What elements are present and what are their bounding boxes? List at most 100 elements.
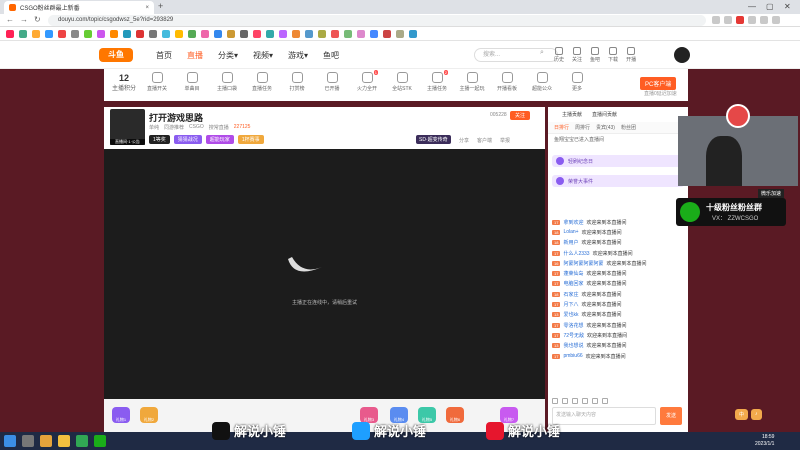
chat-input[interactable]: 发送输入聊天内容 — [552, 407, 656, 425]
nav-item[interactable]: 首页 — [156, 50, 172, 61]
chat-username[interactable]: 72号无敌 — [563, 332, 584, 339]
chat-username[interactable]: 阿蒙阿蒙阿蒙阿蒙 — [563, 260, 603, 267]
bookmark-icon[interactable] — [201, 29, 209, 38]
nav-item[interactable]: 分类▾ — [218, 50, 238, 61]
chat-message[interactable]: 13 我也想说 欢迎来到本直播间 — [552, 341, 688, 351]
bookmark-icon[interactable] — [45, 29, 53, 38]
nav-item[interactable]: 鱼吧 — [323, 50, 339, 61]
bookmark-icon[interactable] — [188, 29, 196, 38]
chrome-icon[interactable] — [58, 435, 70, 447]
toolbar-item[interactable]: 已开播 — [319, 72, 345, 92]
user-icon-item[interactable]: 历史 — [554, 47, 564, 63]
clock[interactable]: 18:59 2023/1/1 — [755, 434, 774, 448]
toolbar-item[interactable]: 直播任务 — [249, 72, 275, 92]
extension-icon[interactable] — [736, 16, 744, 24]
bookmark-icon[interactable] — [253, 29, 261, 38]
bookmark-icon[interactable] — [305, 29, 313, 38]
chat-username[interactable]: 石家庄 — [563, 291, 578, 298]
start-icon[interactable] — [4, 435, 16, 447]
color-icon[interactable] — [582, 398, 588, 404]
close-icon[interactable]: × — [145, 5, 149, 11]
toolbar-item[interactable]: 更多 — [564, 72, 590, 92]
profile-icon[interactable] — [760, 16, 768, 24]
toolbar-item[interactable]: 1 火力全开 — [354, 70, 380, 92]
share-button[interactable]: 分享 — [459, 137, 469, 144]
toolbar-item[interactable]: 2 主播任务 — [424, 70, 450, 92]
meta-item[interactable]: 同游推荐 — [164, 124, 184, 131]
bookmark-icon[interactable] — [292, 29, 300, 38]
new-tab-button[interactable]: + — [158, 1, 163, 11]
anchor-avatar[interactable]: 直播间·1·公告 — [110, 109, 145, 145]
maximize-icon[interactable]: ▢ — [766, 2, 774, 11]
search-icon[interactable] — [22, 435, 34, 447]
bookmark-icon[interactable] — [279, 29, 287, 38]
bookmark-icon[interactable] — [318, 29, 326, 38]
bookmark-icon[interactable] — [227, 29, 235, 38]
folder-icon[interactable] — [40, 435, 52, 447]
tab-fans[interactable]: 粉丝团 — [621, 124, 636, 131]
toolbar-item[interactable]: 主播一起玩 — [459, 72, 485, 92]
bookmark-icon[interactable] — [383, 29, 391, 38]
follow-button[interactable]: 关注 — [510, 111, 531, 120]
send-button[interactable]: 发送 — [660, 407, 682, 425]
toolbar-item[interactable]: 主播口袋 — [214, 72, 240, 92]
chat-username[interactable]: 拿到欢迎 — [563, 219, 583, 226]
chat-message[interactable]: 17 拿到欢迎 欢迎来到本直播间 — [552, 217, 688, 227]
tab-vip[interactable]: 贵宾(43) — [596, 124, 615, 131]
meta-item[interactable]: CSGO — [189, 124, 204, 131]
user-icon-item[interactable]: 下载 — [608, 47, 618, 63]
chat-username[interactable]: 月下八 — [563, 301, 578, 308]
bookmark-icon[interactable] — [175, 29, 183, 38]
chat-username[interactable]: 零洛花想 — [563, 322, 583, 329]
tab-room-rank[interactable]: 直播间贡献 — [592, 111, 617, 118]
toolbar-item[interactable]: 超能公众 — [529, 72, 555, 92]
badge[interactable]: 猜猜战况 — [173, 135, 202, 144]
bookmark-icon[interactable] — [162, 29, 170, 38]
bookmark-icon[interactable] — [58, 29, 66, 38]
bookmark-icon[interactable] — [110, 29, 118, 38]
chat-username[interactable]: 什么人2333 — [563, 250, 589, 257]
search-input[interactable]: 搜索... — [474, 48, 558, 62]
gift-icon[interactable] — [562, 398, 568, 404]
wechat-icon[interactable] — [94, 435, 106, 447]
chat-username[interactable]: 电脑回家 — [563, 280, 583, 287]
emoji-icon[interactable] — [552, 398, 558, 404]
bookmark-icon[interactable] — [214, 29, 222, 38]
video-area[interactable]: 主播正在连线中，请稍后重试 — [104, 149, 545, 399]
user-icon-item[interactable]: 关注 — [572, 47, 582, 63]
bookmark-icon[interactable] — [97, 29, 105, 38]
tab-week[interactable]: 周排行 — [575, 124, 590, 131]
chat-message[interactable]: 17 pmbiu66 欢迎来到本直播间 — [552, 351, 688, 361]
site-logo[interactable]: 斗鱼 — [99, 48, 133, 62]
extension-icon[interactable] — [712, 16, 720, 24]
chat-message[interactable]: 16 阿蒙阿蒙阿蒙阿蒙 欢迎来到本直播间 — [552, 258, 688, 268]
report-button[interactable]: 举报 — [500, 137, 510, 144]
chat-message[interactable]: 17 电脑回家 欢迎来到本直播间 — [552, 279, 688, 289]
nav-item[interactable]: 游戏▾ — [288, 50, 308, 61]
close-window-icon[interactable]: ✕ — [784, 2, 791, 11]
sponsor-logo[interactable]: SD·超变传奇 — [416, 135, 451, 144]
toolbar-item[interactable]: 单曲目 — [179, 72, 205, 92]
toolbar-item[interactable]: 全站STK — [389, 72, 415, 92]
toolbar-item[interactable]: 开播看板 — [494, 72, 520, 92]
room-tag[interactable]: 单纯 — [149, 124, 159, 131]
bookmark-icon[interactable] — [240, 29, 248, 38]
menu-icon[interactable] — [772, 16, 780, 24]
badge[interactable]: 超能玩家 — [205, 135, 234, 144]
tab-anchor-rank[interactable]: 主播贡献 — [562, 111, 582, 118]
gift-item[interactable]: 礼物1 — [112, 407, 130, 423]
chat-username[interactable]: Lolan+ — [563, 229, 578, 235]
bookmark-icon[interactable] — [32, 29, 40, 38]
minimize-icon[interactable]: — — [748, 2, 756, 11]
extension-icon[interactable] — [748, 16, 756, 24]
bookmark-icon[interactable] — [84, 29, 92, 38]
bookmark-icon[interactable] — [331, 29, 339, 38]
bookmark-icon[interactable] — [409, 29, 417, 38]
badge[interactable]: 1杯赛事 — [237, 135, 264, 144]
app-icon[interactable] — [76, 435, 88, 447]
extension-icon[interactable] — [724, 16, 732, 24]
bookmark-icon[interactable] — [19, 29, 27, 38]
nav-item[interactable]: 直播 — [187, 50, 203, 61]
bookmark-icon[interactable] — [123, 29, 131, 38]
bookmark-icon[interactable] — [149, 29, 157, 38]
